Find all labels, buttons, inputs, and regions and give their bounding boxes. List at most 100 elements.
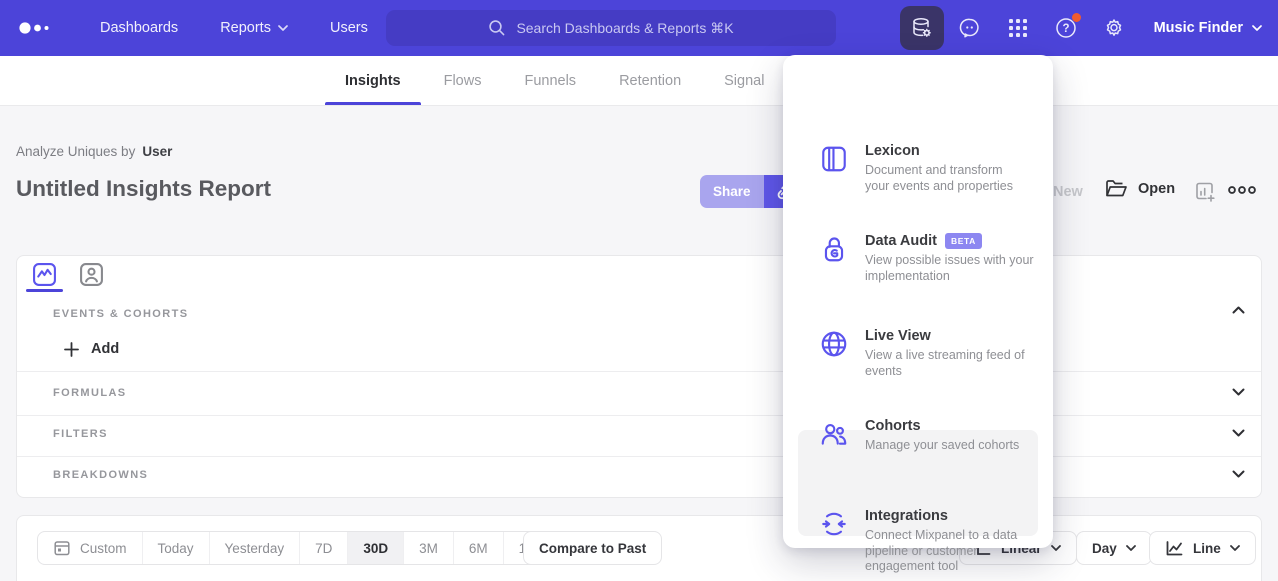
menu-item-live-view[interactable]: Live View View a live streaming feed of … [783,328,1053,379]
notification-dot [1072,13,1081,22]
tab-label: Signal [724,73,764,89]
tab-insights[interactable]: Insights [345,56,401,105]
compare-label: Compare to Past [539,541,646,556]
expand-filters-button[interactable] [1232,429,1245,437]
cohorts-people-icon [819,419,849,449]
chart-controls-panel: Custom Today Yesterday 7D 30D 3M 6M 12M … [16,515,1262,581]
divider [17,415,1261,416]
help-button[interactable]: ? [1044,6,1088,50]
tab-label: Funnels [524,73,576,89]
beta-badge: BETA [945,233,982,249]
report-tabbar: Insights Flows Funnels Retention Signal … [0,56,1278,106]
menu-item-description: View a live streaming feed of events [865,348,1043,379]
feedback-button[interactable] [948,6,992,50]
section-formulas: FORMULAS [53,387,127,399]
page-title[interactable]: Untitled Insights Report [16,176,271,202]
data-management-button[interactable] [900,6,944,50]
expand-formulas-button[interactable] [1232,388,1245,396]
interval-dropdown[interactable]: Day [1076,531,1152,565]
project-name: Music Finder [1154,20,1243,36]
tab-label: Flows [444,73,482,89]
range-3m[interactable]: 3M [403,532,453,564]
chevron-down-icon [1230,545,1240,551]
range-label: Yesterday [225,541,285,556]
mixpanel-logo-icon[interactable] [18,20,56,36]
menu-item-cohorts[interactable]: Cohorts Manage your saved cohorts [783,418,1053,454]
apps-grid-button[interactable] [996,6,1040,50]
compare-to-past-button[interactable]: Compare to Past [523,531,662,565]
menu-item-title: Lexicon [865,143,920,159]
new-label: New [1053,184,1083,200]
nav-item-label: Reports [220,20,271,36]
chart-square-icon [32,262,57,287]
date-range-group: Custom Today Yesterday 7D 30D 3M 6M 12M [37,531,561,565]
breadcrumb: Analyze Uniques by User [16,144,172,159]
share-label: Share [713,184,751,199]
range-label: 6M [469,541,488,556]
settings-button[interactable] [1092,6,1136,50]
breadcrumb-prefix: Analyze Uniques by [16,144,135,159]
range-custom[interactable]: Custom [38,532,142,564]
range-30d[interactable]: 30D [347,532,403,564]
menu-item-integrations[interactable]: Integrations Connect Mixpanel to a data … [783,508,1053,575]
top-nav: Dashboards Reports Users Search Dashboar… [0,0,1278,56]
tab-flows[interactable]: Flows [444,56,482,105]
database-gear-icon [910,16,934,40]
nav-item-reports[interactable]: Reports [220,20,288,36]
collapse-events-button[interactable] [1232,306,1245,314]
more-options-button[interactable] [1227,185,1257,195]
top-nav-right: ? Music Finder [900,0,1278,56]
interval-label: Day [1092,541,1117,556]
divider [17,456,1261,457]
chart-type-label: Line [1193,541,1221,556]
range-yesterday[interactable]: Yesterday [209,532,300,564]
expand-breakdowns-button[interactable] [1232,470,1245,478]
new-report-button[interactable]: New [1053,184,1083,200]
menu-item-description: Connect Mixpanel to a data pipeline or c… [865,528,1031,575]
nav-item-dashboards[interactable]: Dashboards [100,20,178,36]
calendar-icon [53,539,71,557]
query-builder-panel: EVENTS & COHORTS Add FORMULAS FILTERS BR… [16,255,1262,498]
menu-item-title: Live View [865,328,931,344]
search-input[interactable]: Search Dashboards & Reports ⌘K [386,10,836,46]
data-audit-icon [819,234,849,264]
range-label: Today [158,541,194,556]
section-events-cohorts: EVENTS & COHORTS [53,308,188,320]
person-square-icon [79,262,104,287]
builder-view-tabs [31,261,105,288]
search-placeholder: Search Dashboards & Reports ⌘K [516,20,733,37]
range-today[interactable]: Today [142,532,209,564]
range-label: 30D [363,541,388,556]
project-switcher[interactable]: Music Finder [1154,20,1262,36]
apps-grid-icon [1007,17,1029,39]
range-7d[interactable]: 7D [299,532,347,564]
chevron-up-icon [1232,306,1245,314]
menu-item-description: Manage your saved cohorts [865,438,1043,454]
share-button[interactable]: Share [700,175,764,208]
integrations-sync-icon [819,509,849,539]
tab-events-view[interactable] [31,261,58,288]
lexicon-icon [819,144,849,174]
chart-type-dropdown[interactable]: Line [1149,531,1256,565]
breadcrumb-entity-selector[interactable]: User [142,144,172,159]
live-view-globe-icon [819,329,849,359]
menu-item-description: View possible issues with your implement… [865,253,1043,284]
range-6m[interactable]: 6M [453,532,503,564]
range-label: 3M [419,541,438,556]
add-to-dashboard-icon [1194,181,1216,203]
tab-retention[interactable]: Retention [619,56,681,105]
menu-item-lexicon[interactable]: Lexicon Document and transform your even… [783,143,1053,194]
open-report-button[interactable]: Open [1105,179,1175,199]
menu-item-title: Cohorts [865,418,921,434]
tab-signal[interactable]: Signal [724,56,764,105]
add-to-dashboard-button[interactable] [1194,181,1216,203]
tab-profiles-view[interactable] [78,261,105,288]
nav-links: Dashboards Reports Users [100,20,368,36]
gear-icon [1102,16,1126,40]
add-event-button[interactable]: Add [64,341,119,357]
menu-item-data-audit[interactable]: Data Audit BETA View possible issues wit… [783,233,1053,284]
tab-label: Retention [619,73,681,89]
tab-funnels[interactable]: Funnels [524,56,576,105]
menu-item-title: Data Audit [865,233,937,249]
nav-item-users[interactable]: Users [330,20,368,36]
